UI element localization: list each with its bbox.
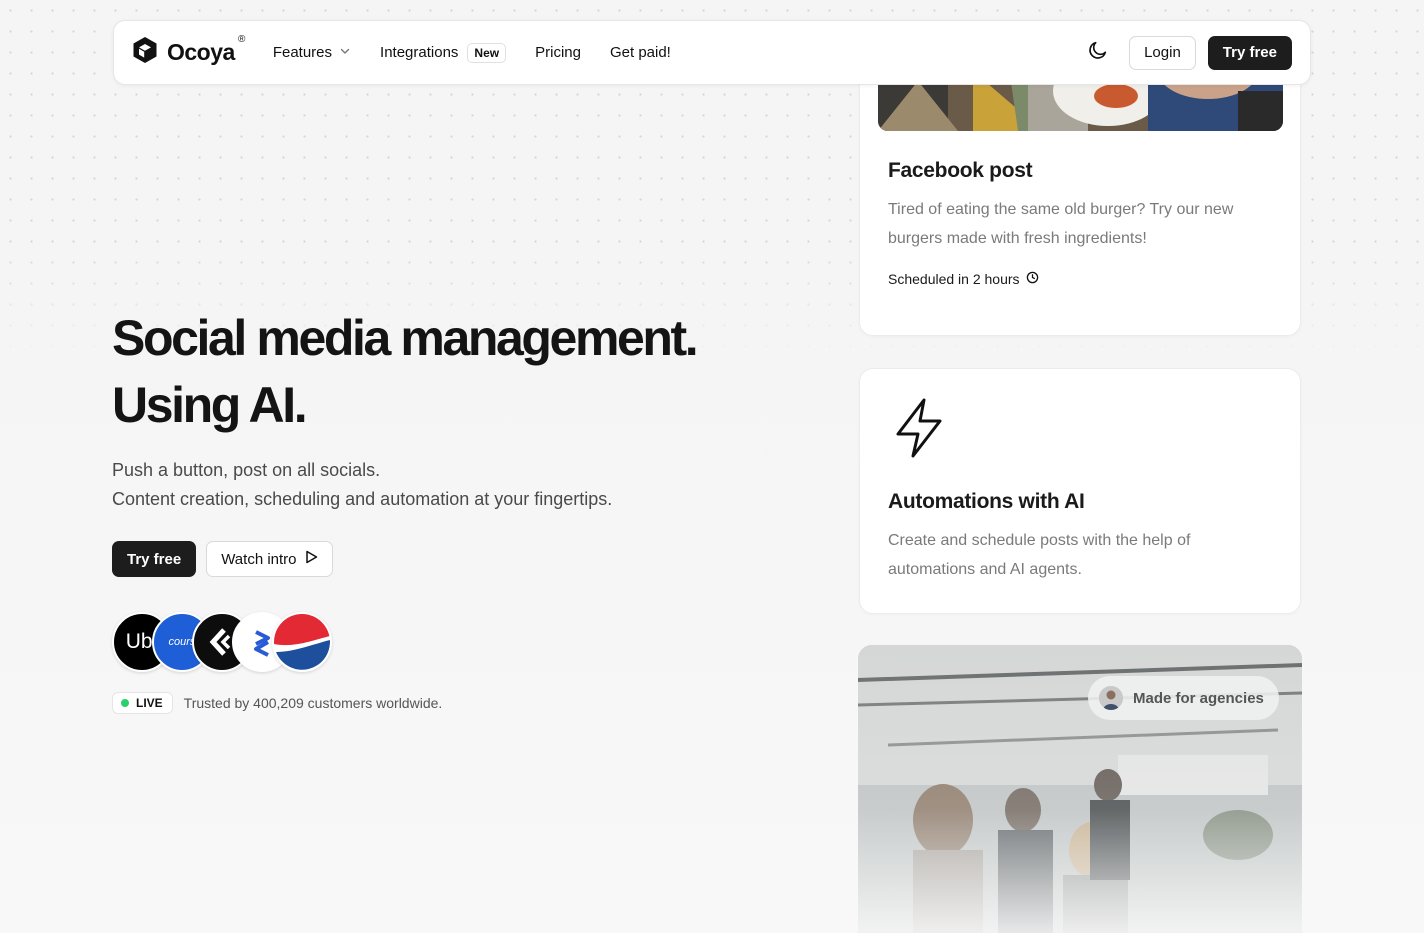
- hero-title-line1: Social media management.: [112, 310, 699, 366]
- nav-item-integrations[interactable]: Integrations New: [380, 42, 507, 63]
- new-badge: New: [467, 42, 507, 63]
- facebook-post-title: Facebook post: [888, 159, 1033, 182]
- scheduled-text: Scheduled in 2 hours: [888, 271, 1020, 287]
- avatar: [1099, 686, 1123, 710]
- nav-item-pricing[interactable]: Pricing: [535, 44, 581, 61]
- watch-intro-label: Watch intro: [221, 550, 297, 568]
- agency-photo-card: Made for agencies: [858, 645, 1302, 933]
- hero-title: Social media management. Using AI.: [112, 305, 752, 439]
- hero-subtitle: Push a button, post on all socials. Cont…: [112, 456, 752, 514]
- trust-text: Trusted by 400,209 customers worldwide.: [183, 695, 443, 711]
- live-badge: LIVE: [112, 692, 173, 714]
- hero-actions: Try free Watch intro: [112, 541, 752, 577]
- nav-item-get-paid-label: Get paid!: [609, 44, 671, 61]
- registered-mark: ®: [237, 34, 245, 45]
- pepsi-logo-icon: [272, 612, 332, 672]
- automations-card: Automations with AI Create and schedule …: [859, 368, 1301, 614]
- watch-intro-button[interactable]: Watch intro: [206, 541, 333, 577]
- customer-logos: Ube course: [112, 612, 752, 672]
- play-icon: [305, 550, 318, 568]
- automations-title: Automations with AI: [888, 490, 1085, 513]
- nav-item-features-label: Features: [272, 44, 333, 61]
- automations-text: Create and schedule posts with the help …: [888, 532, 1191, 578]
- lightning-bolt-icon: [894, 397, 944, 464]
- chevron-down-icon: [339, 44, 351, 61]
- made-for-agencies-label: Made for agencies: [1133, 689, 1264, 707]
- dark-mode-toggle[interactable]: [1085, 40, 1111, 66]
- clock-icon: [1026, 271, 1039, 287]
- nav-item-pricing-label: Pricing: [535, 44, 581, 61]
- brand-logo[interactable]: Ocoya ®: [132, 34, 245, 69]
- top-navbar: Ocoya ® Features Integrations New Pricin…: [113, 20, 1311, 85]
- hero-subtitle-line2: Content creation, scheduling and automat…: [112, 489, 613, 509]
- nav-item-get-paid[interactable]: Get paid!: [610, 44, 671, 61]
- facebook-post-text: Tired of eating the same old burger? Try…: [888, 201, 1234, 247]
- hero-title-line2: Using AI.: [112, 377, 308, 433]
- nav-item-features[interactable]: Features: [273, 44, 351, 61]
- live-dot-icon: [121, 699, 129, 707]
- nav-item-integrations-label: Integrations: [380, 44, 459, 61]
- made-for-agencies-pill[interactable]: Made for agencies: [1088, 676, 1279, 720]
- cube-logo-icon: [132, 36, 158, 69]
- nav-try-free-button[interactable]: Try free: [1207, 35, 1292, 70]
- live-label: LIVE: [136, 696, 163, 710]
- nav-links: Features Integrations New Pricing Get pa…: [273, 42, 671, 63]
- login-button[interactable]: Login: [1129, 35, 1196, 70]
- hero-try-free-button[interactable]: Try free: [112, 541, 197, 577]
- schedule-row: Scheduled in 2 hours: [888, 271, 1272, 287]
- nav-actions: Login Try free: [1085, 35, 1292, 70]
- trust-row: LIVE Trusted by 400,209 customers worldw…: [112, 692, 752, 714]
- hero-section: Social media management. Using AI. Push …: [112, 305, 752, 714]
- brand-name-text: Ocoya: [167, 39, 235, 65]
- hero-subtitle-line1: Push a button, post on all socials.: [112, 460, 381, 480]
- brand-name: Ocoya ®: [167, 34, 245, 66]
- moon-icon: [1087, 39, 1109, 66]
